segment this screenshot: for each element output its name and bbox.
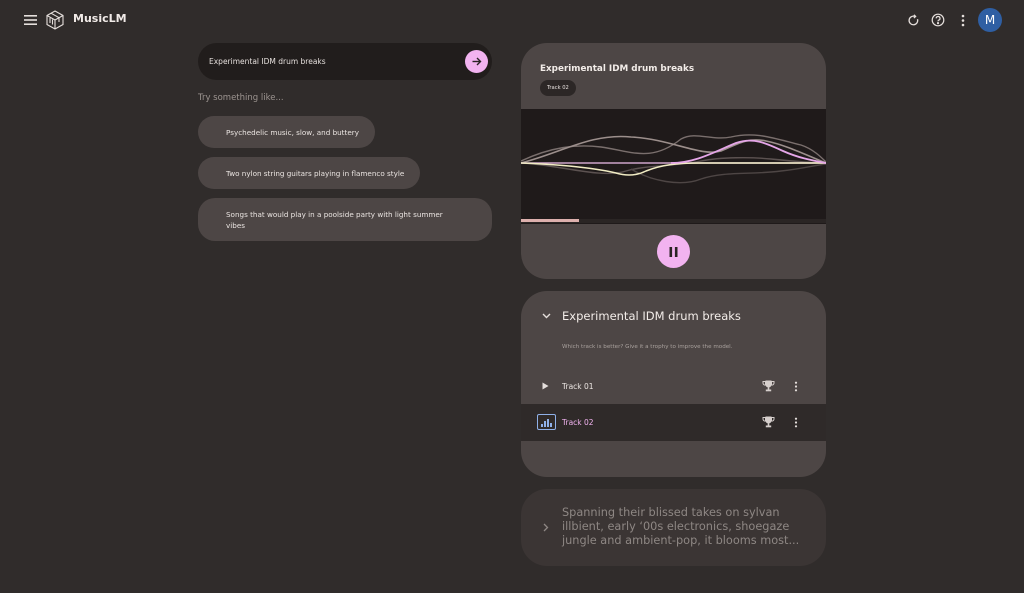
trophy-icon[interactable] (760, 414, 776, 430)
suggestion-chip-label: Two nylon string guitars playing in flam… (226, 168, 405, 178)
play-icon[interactable] (538, 379, 552, 393)
waveform-visualizer (521, 109, 826, 224)
chevron-down-icon[interactable] (539, 309, 553, 323)
suggestion-chip[interactable]: Songs that would play in a poolside part… (198, 198, 492, 241)
pause-button[interactable] (657, 235, 690, 268)
playback-progress-fill (521, 219, 579, 222)
more-vert-icon[interactable] (789, 414, 803, 430)
results-title: Experimental IDM drum breaks (562, 309, 741, 323)
reset-icon[interactable] (901, 8, 925, 32)
suggestion-chip[interactable]: Psychedelic music, slow, and buttery (198, 116, 375, 148)
suggestion-chip[interactable]: Two nylon string guitars playing in flam… (198, 157, 421, 189)
musiclm-logo-icon (46, 10, 64, 30)
suggestions-label: Try something like... (198, 93, 284, 103)
header-actions: M (900, 8, 1002, 32)
top-app-bar: MusicLM M (0, 0, 1024, 40)
track-name: Track 02 (562, 418, 594, 427)
equalizer-icon (537, 414, 556, 430)
menu-icon[interactable] (20, 10, 40, 30)
more-vert-icon[interactable] (951, 8, 975, 32)
trophy-icon[interactable] (760, 378, 776, 394)
playback-progress[interactable] (521, 219, 826, 223)
prompt-input[interactable]: Experimental IDM drum breaks (198, 43, 492, 80)
track-row[interactable]: Track 01 (521, 368, 826, 405)
arrow-right-icon (472, 57, 482, 66)
pause-icon (669, 246, 678, 257)
avatar[interactable]: M (978, 8, 1002, 32)
player-title: Experimental IDM drum breaks (540, 64, 695, 74)
results-card: Experimental IDM drum breaks Which track… (521, 291, 826, 477)
track-tag: Track 02 (540, 80, 576, 96)
suggestion-chip-label: Songs that would play in a poolside part… (226, 209, 443, 230)
track-name: Track 01 (562, 382, 594, 391)
description-text: Spanning their blissed takes on sylvan i… (562, 506, 800, 547)
prompt-input-value[interactable]: Experimental IDM drum breaks (209, 57, 326, 66)
player-card: Experimental IDM drum breaks Track 02 (521, 43, 826, 279)
suggestion-chip-label: Psychedelic music, slow, and buttery (226, 127, 359, 137)
app-title: MusicLM (73, 12, 127, 25)
submit-button[interactable] (465, 50, 488, 73)
chevron-right-icon[interactable] (540, 520, 552, 534)
track-row[interactable]: Track 02 (521, 404, 826, 441)
description-card[interactable]: Spanning their blissed takes on sylvan i… (521, 489, 826, 566)
more-vert-icon[interactable] (789, 378, 803, 394)
results-hint: Which track is better? Give it a trophy … (562, 344, 733, 350)
help-icon[interactable] (926, 8, 950, 32)
